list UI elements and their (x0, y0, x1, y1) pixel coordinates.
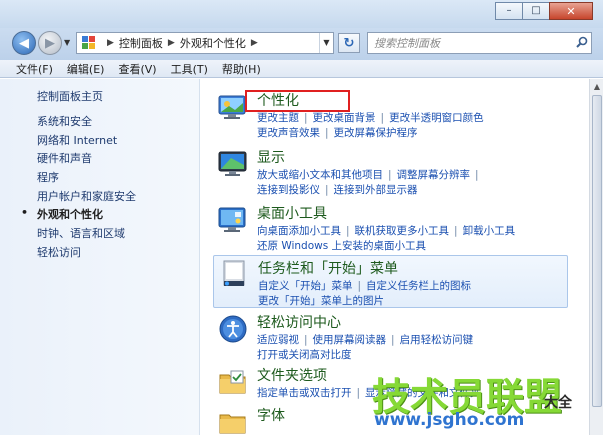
sidebar-item-hardware-sound[interactable]: 硬件和声音 (37, 150, 136, 169)
maximize-icon: □ (531, 5, 541, 16)
watermark-url: www.jsgho.com (374, 410, 525, 430)
link-connect-projector[interactable]: 连接到投影仪 (257, 184, 320, 196)
watermark: 技术员联盟 www.jsgho.com 大全 (372, 366, 603, 435)
link-customize-start-menu[interactable]: 自定义「开始」菜单 (258, 280, 353, 292)
section-links: 适应弱视 | 使用屏幕阅读器 | 启用轻松访问键 打开或关闭高对比度 (257, 334, 474, 361)
link-zoom-text[interactable]: 放大或缩小文本和其他项目 (257, 169, 383, 181)
link-low-vision[interactable]: 适应弱视 (257, 334, 299, 346)
left-navigation-pane: 控制面板主页 系统和安全 网络和 Internet 硬件和声音 程序 用户帐户和… (0, 79, 200, 435)
refresh-button[interactable]: ↻ (338, 33, 360, 53)
category-list: 系统和安全 网络和 Internet 硬件和声音 程序 用户帐户和家庭安全 • 外… (21, 113, 136, 263)
section-ease-of-access: 轻松访问中心 适应弱视 | 使用屏幕阅读器 | 启用轻松访问键 打开或关闭高对比度 (213, 312, 568, 361)
taskbar-icon[interactable] (218, 259, 250, 289)
link-customize-taskbar-icons[interactable]: 自定义任务栏上的图标 (366, 280, 471, 292)
sidebar-item-clock-language-region[interactable]: 时钟、语言和区域 (37, 225, 136, 244)
link-change-theme[interactable]: 更改主题 (257, 112, 299, 124)
folder-options-icon[interactable] (217, 367, 249, 397)
section-display: 显示 放大或缩小文本和其他项目 | 调整屏幕分辨率 | 连接到投影仪 | 连接到外部显示器 (213, 147, 568, 196)
sidebar-item-label: 外观和个性化 (37, 208, 103, 222)
section-links: 自定义「开始」菜单 | 自定义任务栏上的图标 更改「开始」菜单上的图片 (258, 280, 472, 307)
sidebar-item-network-internet[interactable]: 网络和 Internet (37, 132, 136, 151)
search-icon[interactable] (573, 36, 591, 51)
navigation-bar: ◀ ▶ ▼ ▶ 控制面板 ▶ 外观和个性化 ▶ ▼ ↻ (0, 28, 603, 60)
section-title[interactable]: 任务栏和「开始」菜单 (258, 258, 398, 278)
search-box (367, 32, 592, 54)
menu-bar: 文件(F) 编辑(E) 查看(V) 工具(T) 帮助(H) (0, 60, 603, 78)
section-links: 向桌面添加小工具 | 联机获取更多小工具 | 卸载小工具 还原 Windows 上安装的… (257, 225, 516, 252)
section-title[interactable]: 显示 (257, 147, 285, 167)
section-title[interactable]: 桌面小工具 (257, 203, 327, 223)
link-connect-external-display[interactable]: 连接到外部显示器 (334, 184, 418, 196)
highlight-annotation-box (245, 90, 350, 112)
section-desktop-gadgets: 桌面小工具 向桌面添加小工具 | 联机获取更多小工具 | 卸载小工具 还原 Window… (213, 203, 568, 252)
breadcrumb-control-panel[interactable]: 控制面板 (119, 35, 163, 51)
link-screen-reader[interactable]: 使用屏幕阅读器 (313, 334, 387, 346)
scroll-up-arrow-icon[interactable]: ▲ (591, 81, 603, 93)
section-title[interactable]: 字体 (257, 405, 285, 425)
scroll-thumb[interactable] (592, 95, 602, 407)
control-panel-home-link[interactable]: 控制面板主页 (37, 88, 103, 104)
link-change-window-color[interactable]: 更改半透明窗口颜色 (389, 112, 484, 124)
fonts-icon[interactable] (217, 407, 249, 435)
link-change-start-menu-picture[interactable]: 更改「开始」菜单上的图片 (258, 295, 384, 307)
address-bar[interactable]: ▶ 控制面板 ▶ 外观和个性化 ▶ ▼ (76, 32, 334, 54)
link-restore-gadgets[interactable]: 还原 Windows 上安装的桌面小工具 (257, 240, 426, 252)
link-get-more-gadgets[interactable]: 联机获取更多小工具 (355, 225, 450, 237)
ease-of-access-icon[interactable] (217, 314, 249, 344)
sidebar-item-user-accounts[interactable]: 用户帐户和家庭安全 (37, 188, 136, 207)
menu-view[interactable]: 查看(V) (118, 61, 156, 77)
menu-file[interactable]: 文件(F) (16, 61, 53, 77)
section-links: 更改主题 | 更改桌面背景 | 更改半透明窗口颜色 更改声音效果 | 更改屏幕保护程序 (257, 112, 484, 139)
section-title[interactable]: 轻松访问中心 (257, 312, 341, 332)
menu-edit[interactable]: 编辑(E) (67, 61, 105, 77)
breadcrumb-appearance[interactable]: 外观和个性化 (180, 35, 246, 51)
sidebar-item-system-security[interactable]: 系统和安全 (37, 113, 136, 132)
link-add-gadgets[interactable]: 向桌面添加小工具 (257, 225, 341, 237)
title-bar: – □ ✕ (0, 0, 603, 28)
search-input[interactable] (368, 36, 573, 50)
forward-arrow-icon: ▶ (45, 35, 55, 51)
link-accessibility-keys[interactable]: 启用轻松访问键 (400, 334, 474, 346)
forward-button[interactable]: ▶ (38, 31, 62, 55)
back-button[interactable]: ◀ (12, 31, 36, 55)
display-icon[interactable] (217, 149, 249, 179)
minimize-button[interactable]: – (495, 2, 523, 20)
link-single-double-click[interactable]: 指定单击或双击打开 (257, 387, 352, 399)
link-high-contrast[interactable]: 打开或关闭高对比度 (257, 349, 352, 361)
maximize-button[interactable]: □ (522, 2, 550, 20)
sidebar-item-programs[interactable]: 程序 (37, 169, 136, 188)
breadcrumb-chevron-icon[interactable]: ▶ (107, 38, 114, 48)
close-button[interactable]: ✕ (549, 2, 593, 20)
menu-help[interactable]: 帮助(H) (222, 61, 261, 77)
breadcrumb-chevron-icon[interactable]: ▶ (251, 38, 258, 48)
section-taskbar-start-menu[interactable]: 任务栏和「开始」菜单 自定义「开始」菜单 | 自定义任务栏上的图标 更改「开始」菜单… (213, 255, 568, 308)
minimize-icon: – (506, 5, 512, 16)
recent-pages-dropdown[interactable]: ▼ (64, 38, 70, 47)
control-panel-icon (82, 36, 98, 50)
section-title[interactable]: 文件夹选项 (257, 365, 327, 385)
breadcrumb-chevron-icon[interactable]: ▶ (168, 38, 175, 48)
link-change-desktop-background[interactable]: 更改桌面背景 (313, 112, 376, 124)
link-change-screen-saver[interactable]: 更改屏幕保护程序 (334, 127, 418, 139)
window-controls: – □ ✕ (495, 2, 593, 20)
active-bullet-icon: • (21, 206, 29, 220)
link-change-sound-effects[interactable]: 更改声音效果 (257, 127, 320, 139)
gadgets-icon[interactable] (217, 205, 249, 235)
refresh-icon: ↻ (343, 35, 355, 51)
section-links: 放大或缩小文本和其他项目 | 调整屏幕分辨率 | 连接到投影仪 | 连接到外部显示器 (257, 169, 479, 196)
sidebar-item-appearance[interactable]: • 外观和个性化 (21, 206, 136, 225)
link-uninstall-gadget[interactable]: 卸载小工具 (463, 225, 516, 237)
watermark-side-text: 大全 (544, 395, 572, 411)
menu-tools[interactable]: 工具(T) (171, 61, 208, 77)
link-adjust-resolution[interactable]: 调整屏幕分辨率 (397, 169, 471, 181)
back-arrow-icon: ◀ (19, 35, 29, 51)
sidebar-item-ease-of-access[interactable]: 轻松访问 (37, 244, 136, 263)
address-dropdown[interactable]: ▼ (319, 33, 333, 53)
close-icon: ✕ (566, 4, 576, 18)
